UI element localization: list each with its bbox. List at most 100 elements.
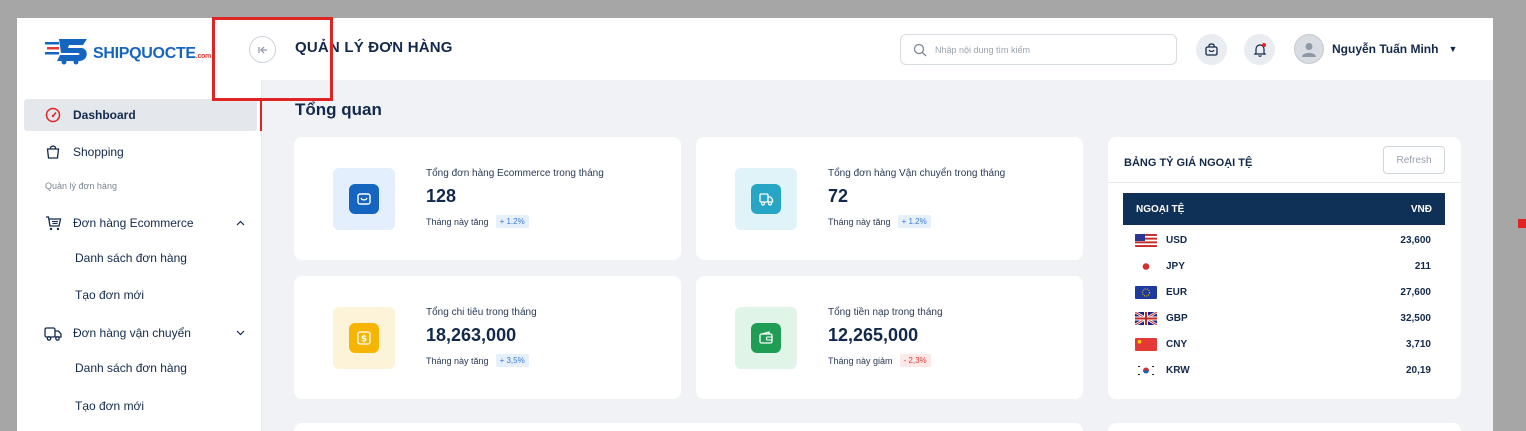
japan-flag-icon: [1135, 259, 1157, 273]
chevron-up-icon[interactable]: [236, 218, 245, 228]
brand-name: SHIPQUOCTE: [93, 45, 196, 62]
sidebar-item-label: Dashboard: [73, 108, 136, 122]
user-icon: [1302, 43, 1316, 57]
stat-trend: Tháng này tăng + 3,5%: [426, 354, 529, 367]
table-row: KRW 20,19: [1123, 357, 1445, 383]
dollar-icon: $: [349, 323, 379, 353]
truck-icon: [751, 184, 781, 214]
edge-marker: [1518, 219, 1526, 228]
user-name: Nguyễn Tuấn Minh: [1332, 42, 1439, 56]
sidebar-section-label: Quản lý đơn hàng: [45, 181, 117, 191]
stat-label: Tổng chi tiêu trong tháng: [426, 307, 537, 318]
currency-code: USD: [1166, 234, 1188, 246]
sidebar: Dashboard Shopping Quản lý đơn hàng Đơn …: [17, 80, 262, 431]
stat-label: Tổng đơn hàng Ecommerce trong tháng: [426, 168, 604, 179]
stat-card-ecommerce-orders: Tổng đơn hàng Ecommerce trong tháng 128 …: [294, 137, 681, 260]
sidebar-item-label: Shopping: [73, 145, 124, 159]
logo[interactable]: SHIPQUOCTE.com: [45, 34, 211, 66]
stat-card-shipping-orders: Tổng đơn hàng Vận chuyển trong tháng 72 …: [696, 137, 1083, 260]
speedometer-icon: [44, 106, 62, 124]
chevron-down-icon[interactable]: ▼: [1448, 44, 1457, 54]
currency-code: GBP: [1166, 312, 1188, 324]
currency-code: CNY: [1166, 338, 1188, 350]
sidebar-item-label: Đơn hàng vận chuyển: [73, 326, 191, 340]
sidebar-subitem-ecommerce-new[interactable]: Tạo đơn mới: [75, 288, 144, 302]
uk-flag-icon: [1135, 311, 1157, 325]
sidebar-item-dashboard[interactable]: Dashboard: [24, 99, 257, 131]
trend-badge: + 1.2%: [897, 215, 931, 228]
exchange-rate-card: BẢNG TỶ GIÁ NGOẠI TỆ Refresh NGOẠI TỆ VN…: [1108, 137, 1461, 399]
page-title: QUẢN LÝ ĐƠN HÀNG: [295, 39, 453, 56]
divider: [1108, 182, 1461, 183]
shopping-bag-icon: [1205, 43, 1218, 56]
refresh-button[interactable]: Refresh: [1383, 146, 1445, 174]
cart-button[interactable]: [1196, 34, 1227, 65]
chevron-down-icon[interactable]: [236, 328, 245, 338]
exchange-table-header: NGOẠI TỆ VNĐ: [1123, 193, 1445, 225]
stat-icon-box: $: [333, 307, 395, 369]
stat-label: Tổng đơn hàng Vận chuyển trong tháng: [828, 168, 1006, 179]
china-flag-icon: [1135, 337, 1157, 351]
stat-value: 12,265,000: [828, 325, 919, 345]
search-icon: [913, 43, 927, 56]
currency-rate: 23,600: [1400, 234, 1431, 246]
logo-text: SHIPQUOCTE.com: [93, 45, 211, 63]
svg-text:$: $: [361, 335, 367, 345]
currency-code: JPY: [1166, 260, 1185, 272]
search-box[interactable]: [900, 34, 1177, 65]
bottom-card: [1108, 423, 1461, 431]
trend-text: Tháng này giảm: [828, 355, 893, 366]
currency-rate: 27,600: [1400, 286, 1431, 298]
korea-flag-icon: [1135, 363, 1157, 377]
sidebar-item-ecommerce-orders[interactable]: Đơn hàng Ecommerce: [24, 207, 257, 239]
table-row: GBP 32,500: [1123, 305, 1445, 331]
stat-value: 72: [828, 186, 849, 206]
sidebar-item-shopping[interactable]: Shopping: [24, 136, 257, 168]
sidebar-subitem-shipping-new[interactable]: Tạo đơn mới: [75, 399, 144, 413]
user-menu[interactable]: Nguyễn Tuấn Minh ▼: [1294, 34, 1457, 64]
store-icon: [349, 184, 379, 214]
stat-icon-box: [735, 168, 797, 230]
collapse-sidebar-button[interactable]: [249, 36, 276, 63]
sidebar-item-label: Đơn hàng Ecommerce: [73, 216, 194, 230]
search-input[interactable]: [935, 44, 1155, 55]
collapse-left-icon: [257, 46, 267, 53]
app-window: SHIPQUOCTE.com QUẢN LÝ ĐƠN HÀNG Nhập nội…: [17, 18, 1493, 431]
stat-value: 128: [426, 186, 457, 206]
bottom-card: [294, 423, 1083, 431]
sidebar-subitem-ecommerce-list[interactable]: Danh sách đơn hàng: [75, 251, 187, 265]
stat-value: 18,263,000: [426, 325, 517, 345]
trend-badge: + 3,5%: [495, 354, 529, 367]
table-row: USD 23,600: [1123, 227, 1445, 253]
wallet-icon: [751, 323, 781, 353]
column-header-rate: VNĐ: [1410, 203, 1432, 215]
table-row: CNY 3,710: [1123, 331, 1445, 357]
exchange-rate-title: BẢNG TỶ GIÁ NGOẠI TỆ: [1124, 157, 1253, 169]
trend-badge: - 2,3%: [899, 354, 931, 367]
avatar[interactable]: [1294, 34, 1324, 64]
table-row: EUR 27,600: [1123, 279, 1445, 305]
cart-icon: [44, 214, 62, 232]
trend-badge: + 1.2%: [495, 215, 529, 228]
eu-flag-icon: [1135, 285, 1157, 299]
currency-rate: 211: [1414, 260, 1431, 272]
stat-icon-box: [735, 307, 797, 369]
shopping-bag-icon: [44, 143, 62, 161]
column-header-currency: NGOẠI TỆ: [1136, 203, 1185, 215]
currency-rate: 3,710: [1405, 338, 1431, 350]
sidebar-subitem-shipping-list[interactable]: Danh sách đơn hàng: [75, 361, 187, 375]
top-bar: SHIPQUOCTE.com QUẢN LÝ ĐƠN HÀNG Nhập nội…: [17, 18, 1493, 80]
logo-mark-icon: [45, 35, 91, 65]
table-row: JPY 211: [1123, 253, 1445, 279]
trend-text: Tháng này tăng: [426, 355, 489, 366]
section-title: Tổng quan: [295, 100, 382, 119]
truck-icon: [44, 324, 62, 342]
sidebar-item-shipping-orders[interactable]: Đơn hàng vận chuyển: [24, 317, 257, 349]
currency-code: EUR: [1166, 286, 1188, 298]
stat-icon-box: [333, 168, 395, 230]
stat-label: Tổng tiền nạp trong tháng: [828, 307, 943, 318]
notification-button[interactable]: [1244, 34, 1275, 65]
stat-trend: Tháng này giảm - 2,3%: [828, 354, 931, 367]
stat-trend: Tháng này tăng + 1.2%: [426, 215, 529, 228]
bell-icon: [1253, 42, 1266, 57]
